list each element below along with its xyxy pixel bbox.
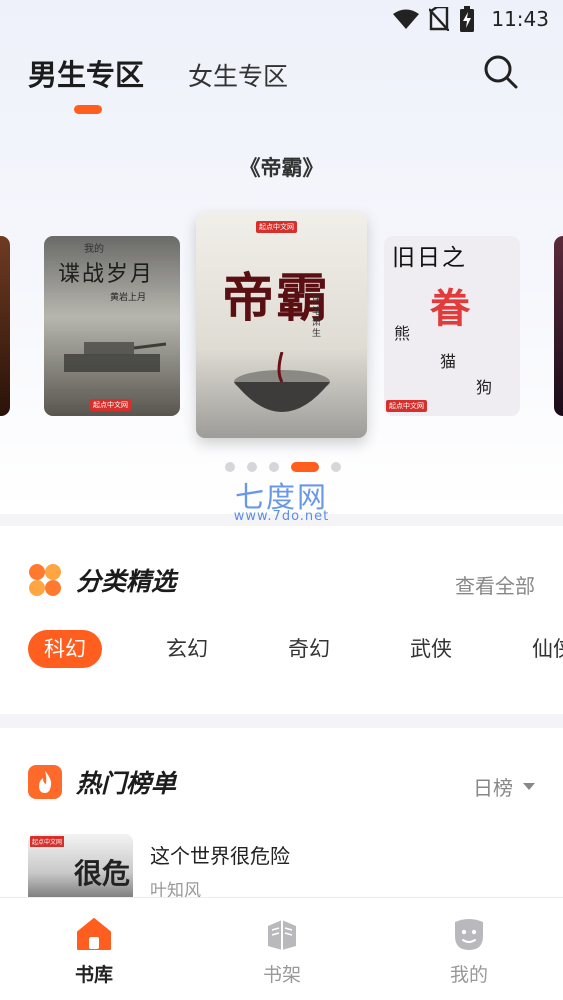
hot-list-title: 热门榜单 [76, 769, 177, 798]
nav-label: 书库 [74, 964, 113, 986]
rank-filter-label: 日榜 [473, 776, 513, 800]
cover-text-line: 熊 [394, 324, 411, 343]
book-cover[interactable]: 我的 谍战岁月 黄岩上月 起点中文网 [44, 236, 180, 416]
book-cover[interactable]: 旧日之 眷 熊 猫 狗 起点中文网 [384, 236, 520, 416]
four-petal-icon [29, 564, 61, 596]
app-screen: 11:43 男生专区 女生专区 《帝霸》 我的 谍战岁月 黄岩上月 起点中文网 … [0, 0, 563, 1000]
flame-icon [28, 765, 62, 799]
cover-subtitle: 我的 [84, 244, 104, 255]
bottom-navigation: 书库 书架 我的 [0, 897, 563, 1000]
category-chip[interactable]: 武侠 [410, 630, 452, 668]
nav-label: 书架 [262, 964, 301, 986]
publisher-badge: 起点中文网 [30, 836, 65, 847]
cover-title: 旧日之 [392, 245, 467, 271]
carousel-dot[interactable] [225, 462, 235, 472]
bookshelf-icon [268, 920, 296, 950]
view-all-link[interactable]: 查看全部 [455, 570, 535, 599]
carousel-dot[interactable] [269, 462, 279, 472]
cover-author: 黄岩上月 [110, 293, 147, 303]
carousel-dots [225, 462, 341, 472]
book-cover-active[interactable]: 起点中文网 帝霸 厌笔萧生 [196, 212, 367, 438]
book-title: 这个世界很危险 [150, 844, 290, 868]
category-chips: 科幻 玄幻 奇幻 武侠 仙侠 [28, 630, 563, 670]
cover-title-large: 眷 [430, 285, 470, 332]
publisher-badge: 起点中文网 [90, 399, 131, 411]
rank-filter-dropdown[interactable]: 日榜 [473, 772, 535, 801]
cover-author: 厌笔萧生 [312, 296, 322, 339]
thumbnail-title: 很危 [74, 857, 131, 890]
watermark-url: www.7do.net [233, 509, 330, 524]
section-divider [0, 714, 563, 728]
tank-illustration [64, 342, 167, 372]
category-chip-active[interactable]: 科幻 [28, 630, 102, 668]
cover-peek-right[interactable] [554, 236, 563, 416]
cover-title: 谍战岁月 [58, 262, 155, 287]
publisher-badge: 起点中文网 [386, 400, 427, 412]
nav-item-profile[interactable]: 我的 [409, 916, 529, 987]
featured-carousel: 我的 谍战岁月 黄岩上月 起点中文网 起点中文网 帝霸 厌笔萧生 旧日之 眷 熊 [0, 0, 563, 512]
chevron-down-icon [523, 783, 535, 790]
altar-illustration [234, 352, 330, 412]
category-chip[interactable]: 玄幻 [166, 630, 208, 668]
nav-item-bookshelf[interactable]: 书架 [222, 916, 342, 987]
categories-header: 分类精选 [28, 562, 176, 598]
nav-label: 我的 [449, 964, 488, 986]
carousel-dot[interactable] [331, 462, 341, 472]
home-icon [77, 918, 111, 950]
category-chip[interactable]: 仙侠 [532, 630, 563, 668]
list-item[interactable]: 起点中文网 很危 这个世界很危险 叶知风 [28, 834, 538, 904]
book-thumbnail: 起点中文网 很危 [28, 834, 133, 904]
categories-title: 分类精选 [76, 567, 177, 596]
cover-text-line: 狗 [476, 378, 493, 397]
hot-list-header: 热门榜单 [28, 764, 176, 800]
carousel-dot[interactable] [247, 462, 257, 472]
category-chip[interactable]: 奇幻 [288, 630, 330, 668]
profile-icon [455, 919, 483, 950]
cover-peek-left[interactable] [0, 236, 10, 416]
nav-item-library[interactable]: 书库 [34, 916, 154, 987]
publisher-badge: 起点中文网 [256, 221, 297, 233]
cover-text-line: 猫 [440, 352, 457, 371]
carousel-dot-active[interactable] [291, 462, 319, 472]
